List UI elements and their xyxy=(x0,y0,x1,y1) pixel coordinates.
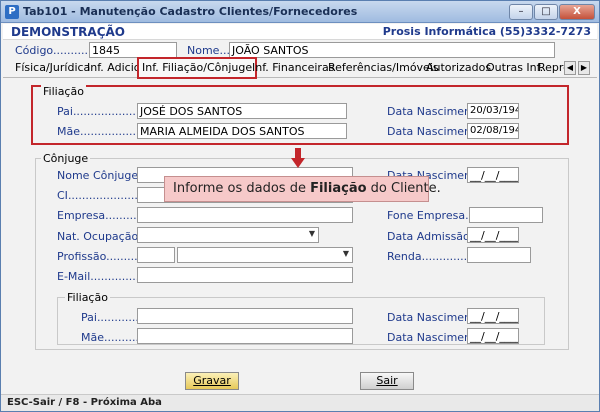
close-button[interactable]: X xyxy=(559,4,595,20)
tab-fisica-juridica[interactable]: Física/Jurídica xyxy=(13,61,92,77)
minimize-button[interactable]: – xyxy=(509,4,533,20)
title-bar: P Tab101 - Manutenção Cadastro Clientes/… xyxy=(1,1,599,23)
nome-field[interactable]: JOÃO SANTOS xyxy=(229,42,555,58)
sair-button[interactable]: Sair xyxy=(360,372,414,390)
pai-field[interactable]: JOSÉ DOS SANTOS xyxy=(137,103,347,119)
mae-data-nascimento-field[interactable]: 02/08/1940 xyxy=(467,123,519,139)
conjuge-title: Cônjuge xyxy=(41,152,91,165)
company-header: DEMONSTRAÇÃO Prosis Informática (55)3332… xyxy=(3,24,597,40)
tab-autorizados[interactable]: Autorizados xyxy=(424,61,493,77)
status-text: ESC-Sair / F8 - Próxima Aba xyxy=(7,397,162,408)
window-title: Tab101 - Manutenção Cadastro Clientes/Fo… xyxy=(23,5,358,18)
codigo-field[interactable]: 1845 xyxy=(89,42,177,58)
conjuge-mae-data-field[interactable]: __/__/____ xyxy=(467,328,519,344)
nat-ocupacao-select[interactable] xyxy=(137,227,319,243)
gravar-button[interactable]: Gravar xyxy=(185,372,239,390)
data-admissao-field[interactable]: __/__/____ xyxy=(467,227,519,243)
tab-scroll-left-icon[interactable]: ◀ xyxy=(564,61,576,75)
profissao-select[interactable] xyxy=(177,247,353,263)
renda-field[interactable] xyxy=(467,247,531,263)
conjuge-data-nascimento-field[interactable]: __/__/____ xyxy=(467,167,519,183)
status-bar: ESC-Sair / F8 - Próxima Aba xyxy=(1,394,599,411)
application-window: P Tab101 - Manutenção Cadastro Clientes/… xyxy=(0,0,600,412)
tab-inf-financeiras[interactable]: Inf. Financeiras xyxy=(250,61,336,77)
fone-empresa-field[interactable] xyxy=(469,207,543,223)
conjuge-pai-field[interactable] xyxy=(137,308,353,324)
app-icon: P xyxy=(5,5,19,19)
conjuge-pai-data-field[interactable]: __/__/____ xyxy=(467,308,519,324)
tab-inf-filiacao-conjuge[interactable]: Inf. Filiação/Cônjuge xyxy=(137,57,258,79)
conjuge-mae-field[interactable] xyxy=(137,328,353,344)
company-name: DEMONSTRAÇÃO xyxy=(11,25,125,39)
pai-data-nascimento-field[interactable]: 20/03/1940 xyxy=(467,103,519,119)
vendor-contact: Prosis Informática (55)3332-7273 xyxy=(382,25,591,38)
callout-arrow-icon xyxy=(291,148,305,168)
conjuge-filiacao-title: Filiação xyxy=(65,291,110,304)
profissao-code-field[interactable] xyxy=(137,247,175,263)
tab-scroll-right-icon[interactable]: ▶ xyxy=(578,61,590,75)
tab-strip: Física/Jurídica Inf. Adicionais Inf. Fil… xyxy=(3,57,597,79)
email-field[interactable] xyxy=(137,267,353,283)
mae-field[interactable]: MARIA ALMEIDA DOS SANTOS xyxy=(137,123,347,139)
filiacao-title: Filiação xyxy=(41,85,86,98)
empresa-field[interactable] xyxy=(137,207,353,223)
hint-tooltip: Informe os dados de Filiação do Cliente. xyxy=(164,176,441,202)
maximize-button[interactable]: □ xyxy=(534,4,558,20)
